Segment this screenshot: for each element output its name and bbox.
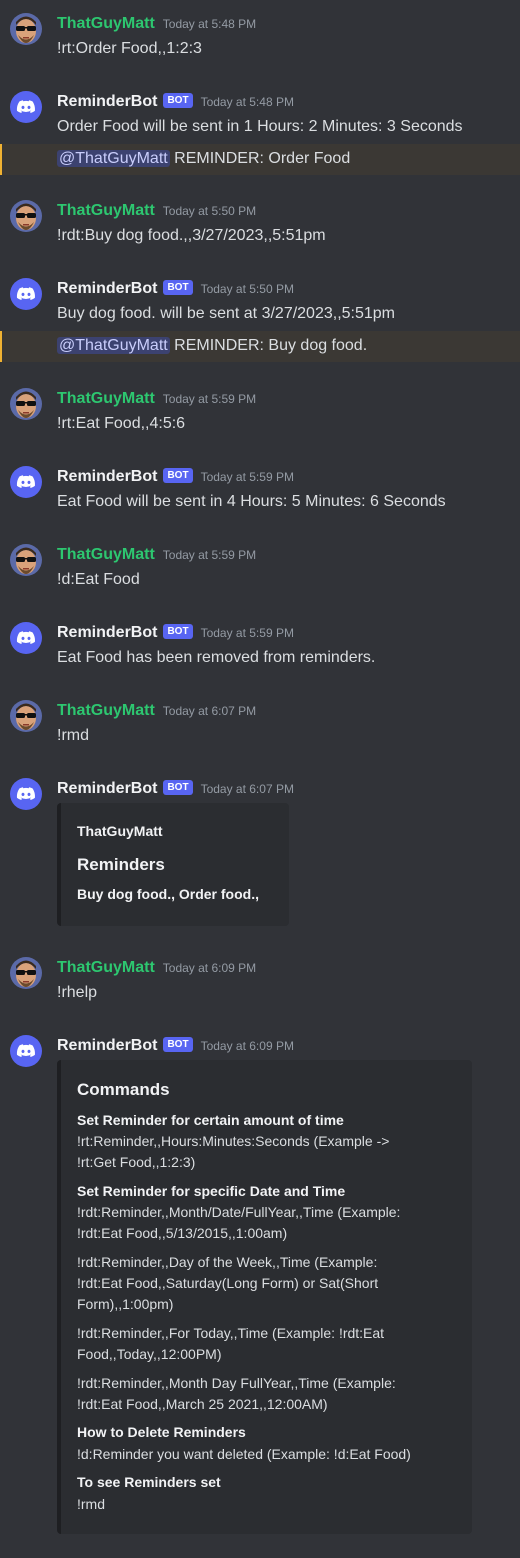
username[interactable]: ReminderBot [57, 280, 157, 297]
username[interactable]: ThatGuyMatt [57, 202, 155, 219]
message-text: Buy dog food. will be sent at 3/27/2023,… [57, 305, 396, 322]
embed-field-name: Set Reminder for specific Date and Time [77, 1183, 346, 1199]
embed-field-value: !rdt:Reminder,,Month/Date/FullYear,,Time… [77, 1202, 461, 1244]
field-line: Form),,1:00pm) [77, 1296, 174, 1312]
field-line: !rdt:Eat Food,,5/13/2015,,1:00am) [77, 1225, 288, 1241]
field-line: !rt:Get Food,,1:2:3) [77, 1154, 196, 1170]
username[interactable]: ReminderBot [57, 780, 157, 797]
bot-tag: BOT [163, 468, 193, 483]
user-mention[interactable]: @ThatGuyMatt [57, 150, 170, 167]
timestamp: Today at 6:09 PM [162, 961, 257, 975]
bot-tag: BOT [163, 624, 193, 639]
field-line: !rt:Reminder,,Hours:Minutes:Seconds (Exa… [77, 1133, 390, 1149]
embed-field-value: Buy dog food., Order food., [77, 886, 259, 902]
bot-tag: BOT [163, 780, 193, 795]
embed-field-name: How to Delete Reminders [77, 1424, 246, 1440]
username[interactable]: ThatGuyMatt [57, 959, 155, 976]
field-line: !d:Reminder you want deleted (Example: !… [77, 1446, 411, 1462]
bot-tag: BOT [163, 280, 193, 295]
embed-field-value: !rmd [77, 1494, 461, 1515]
field-line: !rdt:Reminder,,Month Day FullYear,,Time … [77, 1375, 396, 1391]
discord-logo-icon[interactable] [10, 1035, 42, 1067]
embed-field-value: !rt:Reminder,,Hours:Minutes:Seconds (Exa… [77, 1131, 461, 1173]
embed-title: Reminders [77, 855, 165, 874]
timestamp: Today at 5:48 PM [200, 95, 294, 109]
sunglasses-avatar-icon[interactable] [10, 544, 42, 576]
discord-logo-icon[interactable] [10, 91, 42, 123]
message-text: !rdt:Buy dog food.,,3/27/2023,,5:51pm [57, 227, 326, 244]
timestamp: Today at 5:59 PM [162, 548, 257, 562]
username[interactable]: ThatGuyMatt [57, 546, 155, 563]
timestamp: Today at 5:50 PM [162, 204, 257, 218]
field-line: !rdt:Eat Food,,March 25 2021,,12:00AM) [77, 1396, 328, 1412]
bot-tag: BOT [163, 1037, 193, 1052]
mention-message: @ThatGuyMatt REMINDER: Buy dog food. [0, 331, 520, 362]
field-line: Food,,Today,,12:00PM) [77, 1346, 222, 1362]
username[interactable]: ThatGuyMatt [57, 702, 155, 719]
timestamp: Today at 6:07 PM [200, 782, 294, 796]
message-text: !rt:Eat Food,,4:5:6 [57, 415, 186, 432]
message-text: Order Food will be sent in 1 Hours: 2 Mi… [57, 118, 463, 135]
embed-title: Commands [77, 1080, 170, 1099]
username[interactable]: ReminderBot [57, 624, 157, 641]
discord-logo-icon[interactable] [10, 466, 42, 498]
sunglasses-avatar-icon[interactable] [10, 13, 42, 45]
sunglasses-avatar-icon[interactable] [10, 200, 42, 232]
message-text: Eat Food has been removed from reminders… [57, 649, 376, 666]
message-text: !rmd [57, 727, 89, 744]
field-line: !rdt:Reminder,,Month/Date/FullYear,,Time… [77, 1204, 401, 1220]
embed-field-value: !rdt:Reminder,,Day of the Week,,Time (Ex… [77, 1252, 461, 1315]
embed-author[interactable]: ThatGuyMatt [77, 823, 163, 839]
embed-field-name: To see Reminders set [77, 1474, 221, 1490]
timestamp: Today at 5:50 PM [200, 282, 294, 296]
sunglasses-avatar-icon[interactable] [10, 700, 42, 732]
sunglasses-avatar-icon[interactable] [10, 957, 42, 989]
username[interactable]: ThatGuyMatt [57, 15, 155, 32]
discord-logo-icon[interactable] [10, 278, 42, 310]
chat-log[interactable]: ThatGuyMatt Today at 5:48 PM !rt:Order Fo… [0, 0, 520, 1558]
message-text: !rt:Order Food,,1:2:3 [57, 40, 202, 57]
discord-logo-icon[interactable] [10, 622, 42, 654]
sunglasses-avatar-icon[interactable] [10, 388, 42, 420]
commands-embed: Commands Set Reminder for certain amount… [57, 1060, 472, 1534]
mention-message: @ThatGuyMatt REMINDER: Order Food [0, 144, 520, 175]
user-mention[interactable]: @ThatGuyMatt [57, 337, 170, 354]
discord-logo-icon[interactable] [10, 778, 42, 810]
embed-field-value: !rdt:Reminder,,For Today,,Time (Example:… [77, 1323, 461, 1365]
embed-field-value: !rdt:Reminder,,Month Day FullYear,,Time … [77, 1373, 461, 1415]
field-line: !rdt:Reminder,,Day of the Week,,Time (Ex… [77, 1254, 378, 1270]
field-line: !rdt:Eat Food,,Saturday(Long Form) or Sa… [77, 1275, 379, 1291]
username[interactable]: ReminderBot [57, 1037, 157, 1054]
reminders-embed: ThatGuyMatt Reminders Buy dog food., Ord… [57, 803, 289, 926]
message-text: !rhelp [57, 984, 98, 1001]
bot-tag: BOT [163, 93, 193, 108]
message-text: REMINDER: Buy dog food. [174, 337, 368, 354]
message-text: Eat Food will be sent in 4 Hours: 5 Minu… [57, 493, 446, 510]
field-line: !rdt:Reminder,,For Today,,Time (Example:… [77, 1325, 385, 1341]
username[interactable]: ThatGuyMatt [57, 390, 155, 407]
timestamp: Today at 5:59 PM [200, 470, 294, 484]
timestamp: Today at 5:59 PM [200, 626, 294, 640]
embed-field-value: !d:Reminder you want deleted (Example: !… [77, 1444, 461, 1465]
message-text: !d:Eat Food [57, 571, 140, 588]
username[interactable]: ReminderBot [57, 468, 157, 485]
timestamp: Today at 5:48 PM [162, 17, 257, 31]
embed-field-name: Set Reminder for certain amount of time [77, 1112, 344, 1128]
field-line: !rmd [77, 1496, 105, 1512]
timestamp: Today at 5:59 PM [162, 392, 257, 406]
message-text: REMINDER: Order Food [174, 150, 351, 167]
timestamp: Today at 6:07 PM [162, 704, 257, 718]
username[interactable]: ReminderBot [57, 93, 157, 110]
timestamp: Today at 6:09 PM [200, 1039, 294, 1053]
